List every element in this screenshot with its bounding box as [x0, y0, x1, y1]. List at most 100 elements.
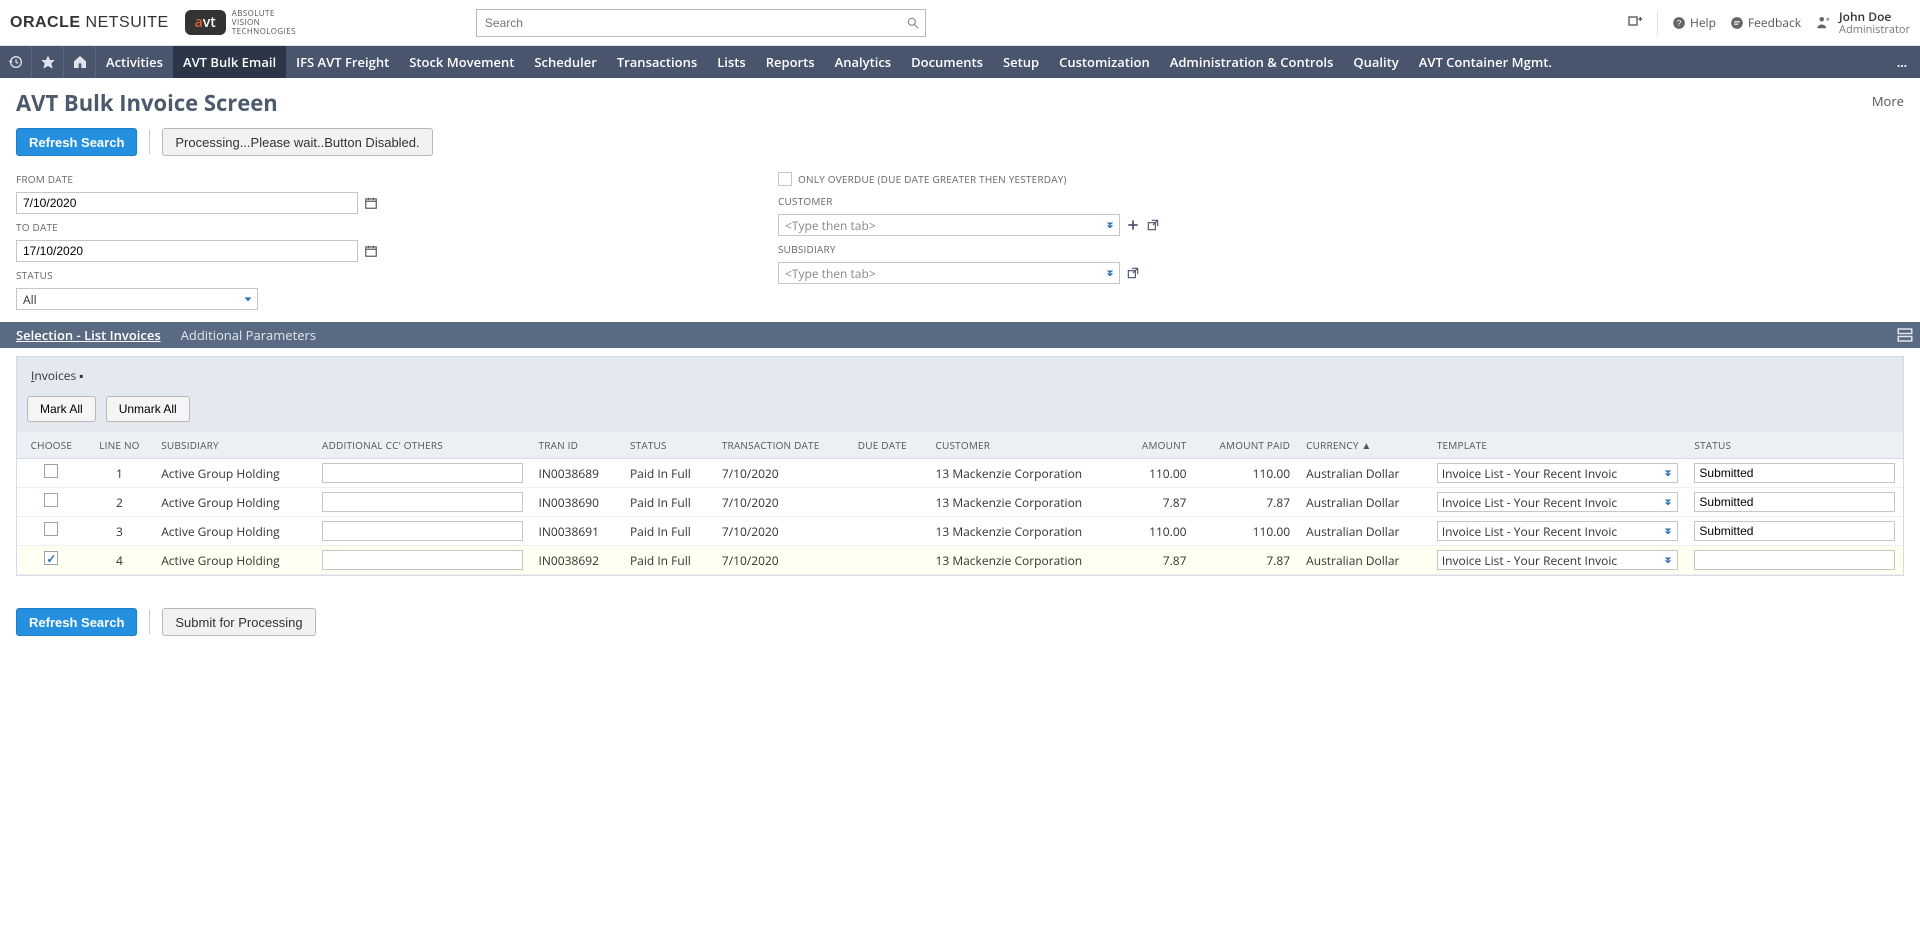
plus-icon[interactable] [1126, 218, 1140, 232]
processing-button[interactable]: Processing...Please wait..Button Disable… [162, 128, 432, 156]
cell-txdate: 7/10/2020 [714, 488, 850, 517]
cell-paid: 110.00 [1195, 517, 1299, 546]
col-header[interactable]: SUBSIDIARY [153, 432, 314, 459]
cell-cc-input[interactable] [322, 463, 522, 483]
customer-select[interactable]: <Type then tab> [778, 214, 1120, 236]
nav-item-stock-movement[interactable]: Stock Movement [399, 46, 524, 78]
nav-home-icon[interactable] [64, 46, 96, 78]
from-date-label: FROM DATE [16, 172, 378, 186]
layout-icon[interactable] [1896, 326, 1914, 344]
col-header[interactable]: TRAN ID [531, 432, 622, 459]
submit-processing-button[interactable]: Submit for Processing [162, 608, 315, 636]
cell-paid: 7.87 [1195, 488, 1299, 517]
nav-recent-icon[interactable] [0, 46, 32, 78]
nav-item-customization[interactable]: Customization [1049, 46, 1160, 78]
popup-icon[interactable] [1126, 266, 1140, 280]
nav-item-administration-controls[interactable]: Administration & Controls [1160, 46, 1344, 78]
cell-template-select[interactable]: Invoice List - Your Recent Invoic [1437, 492, 1679, 512]
cell-cc-input[interactable] [322, 550, 522, 570]
cell-cc-input[interactable] [322, 521, 522, 541]
row-checkbox[interactable] [44, 464, 58, 478]
row-checkbox[interactable] [44, 551, 58, 565]
user-menu[interactable]: John Doe Administrator [1815, 10, 1910, 36]
col-header[interactable]: STATUS [1686, 432, 1903, 459]
cell-rstatus-input[interactable] [1694, 521, 1895, 541]
row-checkbox[interactable] [44, 522, 58, 536]
status-select[interactable]: All [16, 288, 258, 310]
subtab-additional[interactable]: Additional Parameters [181, 326, 316, 344]
col-header[interactable]: AMOUNT [1122, 432, 1195, 459]
col-header[interactable]: AMOUNT PAID [1195, 432, 1299, 459]
overdue-check-row[interactable]: ONLY OVERDUE (DUE DATE GREATER THEN YEST… [778, 172, 1160, 186]
cell-txdate: 7/10/2020 [714, 459, 850, 488]
nav-item-transactions[interactable]: Transactions [607, 46, 707, 78]
cell-subsidiary: Active Group Holding [153, 546, 314, 575]
to-date-input[interactable] [16, 240, 358, 262]
col-header[interactable]: CHOOSE [17, 432, 86, 459]
cell-template-select[interactable]: Invoice List - Your Recent Invoic [1437, 550, 1679, 570]
nav-item-documents[interactable]: Documents [901, 46, 993, 78]
more-link[interactable]: More [1872, 92, 1904, 110]
refresh-search-button[interactable]: Refresh Search [16, 128, 137, 156]
nav-item-avt-bulk-email[interactable]: AVT Bulk Email [173, 46, 286, 78]
cell-cc-input[interactable] [322, 492, 522, 512]
cell-currency: Australian Dollar [1298, 517, 1429, 546]
unmark-all-button[interactable]: Unmark All [106, 396, 190, 422]
sublist-actions: Mark All Unmark All [17, 390, 1903, 432]
nav-item-activities[interactable]: Activities [96, 46, 173, 78]
nav-item-ifs-avt-freight[interactable]: IFS AVT Freight [286, 46, 399, 78]
cell-amount: 7.87 [1122, 488, 1195, 517]
cell-template-select[interactable]: Invoice List - Your Recent Invoic [1437, 521, 1679, 541]
col-header[interactable]: LINE NO [86, 432, 153, 459]
cell-customer: 13 Mackenzie Corporation [927, 459, 1122, 488]
cell-txdate: 7/10/2020 [714, 517, 850, 546]
row-checkbox[interactable] [44, 493, 58, 507]
col-header[interactable]: CURRENCY ▲ [1298, 432, 1429, 459]
col-header[interactable]: STATUS [622, 432, 714, 459]
nav-item-scheduler[interactable]: Scheduler [524, 46, 606, 78]
feedback-link[interactable]: Feedback [1730, 14, 1801, 31]
nav-item-lists[interactable]: Lists [707, 46, 756, 78]
create-new-icon[interactable] [1627, 15, 1643, 31]
search-icon[interactable] [906, 16, 920, 30]
col-header[interactable]: DUE DATE [850, 432, 928, 459]
col-header[interactable]: ADDITIONAL CC' OTHERS [314, 432, 530, 459]
customer-label: CUSTOMER [778, 194, 1160, 208]
refresh-search-button-footer[interactable]: Refresh Search [16, 608, 137, 636]
nav-item-quality[interactable]: Quality [1343, 46, 1408, 78]
nav-item-avt-container-mgmt-[interactable]: AVT Container Mgmt. [1409, 46, 1562, 78]
calendar-icon[interactable] [364, 196, 378, 210]
nav-item-reports[interactable]: Reports [756, 46, 825, 78]
col-header[interactable]: CUSTOMER [927, 432, 1122, 459]
nav-overflow[interactable]: … [1884, 46, 1920, 78]
nav-item-setup[interactable]: Setup [993, 46, 1049, 78]
col-header[interactable]: TRANSACTION DATE [714, 432, 850, 459]
subtab-selection[interactable]: Selection - List Invoices [16, 326, 161, 344]
cell-line: 4 [86, 546, 153, 575]
cell-paid: 7.87 [1195, 546, 1299, 575]
cell-due [850, 459, 928, 488]
overdue-label: ONLY OVERDUE (DUE DATE GREATER THEN YEST… [798, 172, 1067, 186]
cell-status: Paid In Full [622, 546, 714, 575]
page-head: AVT Bulk Invoice Screen More Refresh Sea… [0, 78, 1920, 162]
mark-all-button[interactable]: Mark All [27, 396, 96, 422]
subsidiary-select[interactable]: <Type then tab> [778, 262, 1120, 284]
search-input[interactable] [476, 9, 926, 37]
cell-template-select[interactable]: Invoice List - Your Recent Invoic [1437, 463, 1679, 483]
overdue-checkbox[interactable] [778, 172, 792, 186]
subtab-bar: Selection - List Invoices Additional Par… [0, 322, 1920, 348]
help-link[interactable]: ? Help [1672, 14, 1716, 31]
from-date-input[interactable] [16, 192, 358, 214]
cell-rstatus-input[interactable] [1694, 463, 1895, 483]
sublist-tab-invoices[interactable]: Invoices ▪ [27, 363, 88, 390]
calendar-icon[interactable] [364, 244, 378, 258]
nav-star-icon[interactable] [32, 46, 64, 78]
col-header[interactable]: TEMPLATE [1429, 432, 1687, 459]
nav-item-analytics[interactable]: Analytics [825, 46, 902, 78]
cell-customer: 13 Mackenzie Corporation [927, 546, 1122, 575]
cell-tran: IN0038690 [531, 488, 622, 517]
cell-rstatus-input[interactable] [1694, 492, 1895, 512]
cell-rstatus-input[interactable] [1694, 550, 1895, 570]
cell-tran: IN0038691 [531, 517, 622, 546]
popup-icon[interactable] [1146, 218, 1160, 232]
